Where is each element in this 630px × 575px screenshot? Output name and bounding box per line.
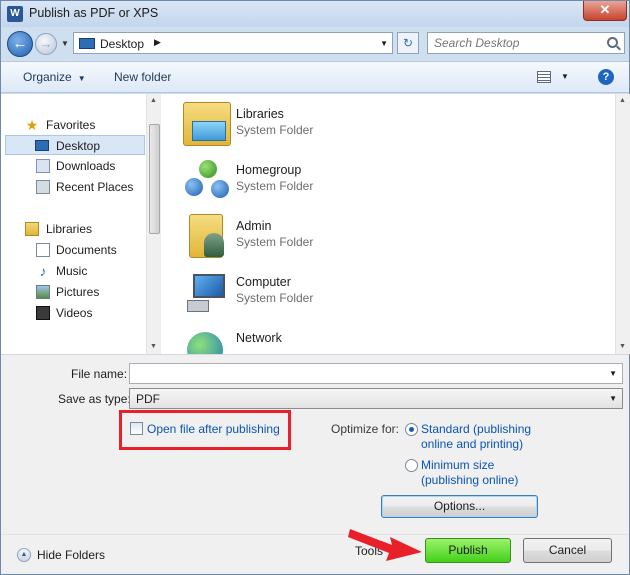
chevron-up-icon[interactable]: ▲ [17,548,31,562]
hide-folders-button[interactable]: Hide Folders [37,548,105,562]
item-name: Computer [236,275,291,289]
standard-radio[interactable] [405,423,418,436]
nav-item-pictures[interactable]: Pictures [1,282,146,302]
nav-item-favorites[interactable]: ★ Favorites [1,115,146,135]
nav-item-libraries[interactable]: Libraries [1,219,146,239]
nav-item-desktop[interactable]: Desktop [5,135,145,155]
help-icon[interactable]: ? [598,69,614,85]
minimum-size-radio[interactable] [405,459,418,472]
command-bar: Organize ▼ New folder ▼ ? [1,61,629,93]
item-name: Libraries [236,107,284,121]
nav-item-videos[interactable]: Videos [1,303,146,323]
open-after-checkbox[interactable] [130,422,143,435]
organize-button[interactable]: Organize ▼ [23,70,86,84]
list-item-libraries[interactable]: Libraries System Folder [179,98,479,150]
homegroup-icon [183,158,231,202]
minimum-label-line1[interactable]: Minimum size [421,458,494,472]
scroll-down-icon[interactable]: ▼ [619,343,626,350]
pictures-icon [36,285,50,299]
file-name-label: File name: [71,367,128,381]
search-box[interactable] [427,32,625,54]
back-button[interactable]: ← [7,31,33,57]
user-folder-icon [189,214,224,258]
libraries-folder-icon [183,102,231,146]
file-list: Libraries System Folder Homegroup System… [161,94,615,354]
address-path[interactable]: Desktop [100,37,144,51]
address-dropdown-icon[interactable]: ▼ [380,39,388,48]
item-type: System Folder [236,235,314,249]
chevron-down-icon: ▼ [77,74,86,83]
music-icon: ♪ [39,263,47,279]
item-name: Admin [236,219,272,233]
chevron-down-icon: ▼ [609,394,617,403]
list-item-homegroup[interactable]: Homegroup System Folder [179,154,479,206]
standard-label-line2[interactable]: online and printing) [421,437,523,451]
list-item-admin[interactable]: Admin System Folder [179,210,479,262]
item-type: System Folder [236,179,314,193]
search-input[interactable] [428,33,598,53]
scroll-up-icon[interactable]: ▲ [150,97,157,104]
refresh-button[interactable]: ↻ [397,32,419,54]
nav-item-recent-places[interactable]: Recent Places [1,177,146,197]
window-title: Publish as PDF or XPS [29,6,159,20]
item-name: Network [236,331,282,345]
standard-label-line1[interactable]: Standard (publishing [421,422,531,436]
file-name-field[interactable]: ▼ [129,363,623,384]
options-button[interactable]: Options... [381,495,538,518]
breadcrumb-chevron-icon[interactable]: ▶ [154,37,161,48]
nav-item-downloads[interactable]: Downloads [1,156,146,176]
content-scrollbar[interactable]: ▲ ▼ [615,94,630,354]
organize-label: Organize [23,70,72,84]
open-after-label[interactable]: Open file after publishing [147,422,280,436]
publish-button[interactable]: Publish [425,538,511,563]
desktop-icon [35,140,49,151]
item-type: System Folder [236,123,314,137]
address-bar[interactable]: Desktop ▶ ▼ [73,32,393,54]
new-folder-button[interactable]: New folder [114,70,171,84]
save-type-select[interactable]: PDF ▼ [129,388,623,409]
publish-dialog: W Publish as PDF or XPS ✕ ← → ▼ Desktop … [0,0,630,575]
minimum-label-line2[interactable]: (publishing online) [421,473,518,487]
view-dropdown-icon[interactable]: ▼ [561,72,569,81]
videos-icon [36,306,50,320]
scrollbar-thumb[interactable] [149,124,160,234]
documents-icon [36,243,50,257]
file-name-input[interactable] [130,364,622,383]
recent-places-icon [36,180,50,194]
recent-pages-dropdown[interactable]: ▼ [61,39,69,48]
nav-item-music[interactable]: ♪ Music [1,261,146,281]
network-icon [183,326,231,354]
forward-button[interactable]: → [35,33,57,55]
scroll-down-icon[interactable]: ▼ [150,343,157,350]
title-bar: W Publish as PDF or XPS ✕ [1,1,629,27]
downloads-icon [36,159,50,173]
navigation-pane: ★ Favorites Desktop Downloads Recent Pla… [1,94,161,354]
nav-scrollbar[interactable]: ▲ ▼ [146,94,161,354]
list-item-network[interactable]: Network [179,322,479,354]
address-row: ← → ▼ Desktop ▶ ▼ ↻ [1,27,629,61]
view-options-icon[interactable] [537,71,551,83]
annotation-arrow-icon [348,529,422,561]
computer-icon [183,270,231,314]
save-type-value: PDF [136,392,160,406]
word-app-icon: W [7,6,23,22]
scroll-up-icon[interactable]: ▲ [619,97,626,104]
chevron-down-icon[interactable]: ▼ [609,369,617,378]
optimize-label: Optimize for: [331,422,400,436]
desktop-icon [79,38,95,49]
close-button[interactable]: ✕ [583,1,627,21]
save-type-label: Save as type: [58,392,131,406]
libraries-icon [25,222,39,236]
search-icon[interactable] [607,37,618,48]
item-name: Homegroup [236,163,302,177]
nav-item-documents[interactable]: Documents [1,240,146,260]
list-item-computer[interactable]: Computer System Folder [179,266,479,318]
star-icon: ★ [25,117,39,133]
cancel-button[interactable]: Cancel [523,538,612,563]
item-type: System Folder [236,291,314,305]
